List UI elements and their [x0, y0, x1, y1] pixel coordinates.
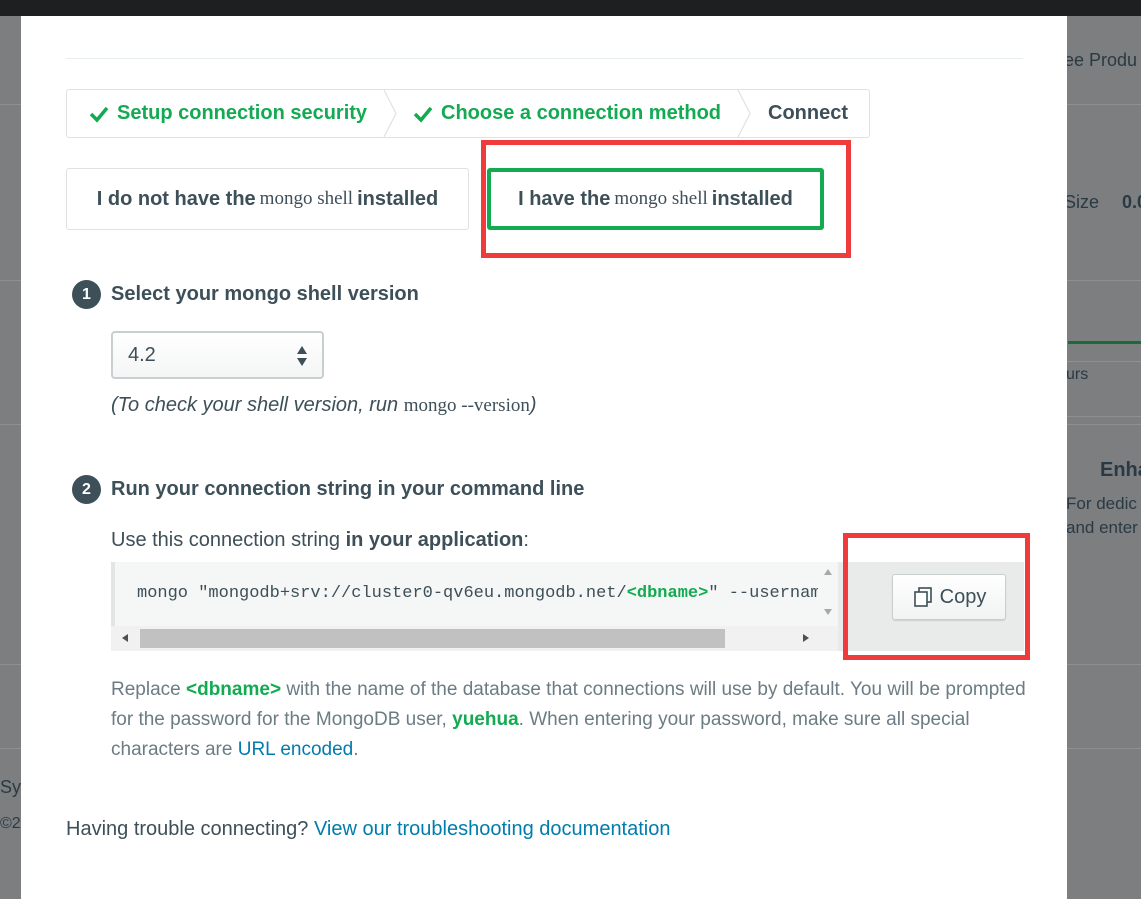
check-icon	[413, 106, 433, 123]
connect-modal: Setup connection security Choose a conne…	[21, 16, 1067, 899]
hint-text: (To check your shell version, run	[111, 394, 399, 416]
check-icon	[89, 106, 109, 123]
scroll-down-icon[interactable]	[823, 608, 833, 616]
use-connection-string-label: Use this connection string in your appli…	[111, 529, 529, 552]
shell-version-select[interactable]: 4.2	[111, 331, 324, 379]
scroll-up-icon[interactable]	[823, 568, 833, 576]
code-placeholder: <dbname>	[626, 584, 709, 603]
enhance-title: Enha	[1100, 459, 1141, 481]
size-label: Size	[1064, 192, 1100, 212]
section-title: Run your connection string in your comma…	[111, 478, 585, 500]
step-setup-security[interactable]: Setup connection security	[89, 90, 367, 137]
see-products-link: ee Produ	[1064, 50, 1138, 70]
label-text: Use this connection string	[111, 529, 341, 551]
connection-string-code[interactable]: mongo "mongodb+srv://cluster0-qv6eu.mong…	[111, 562, 818, 626]
step-connect[interactable]: Connect	[768, 90, 848, 137]
url-encoded-link[interactable]: URL encoded	[238, 739, 353, 760]
section-title: Select your mongo shell version	[111, 283, 419, 305]
code-text: " --username	[708, 584, 818, 603]
scroll-left-icon[interactable]	[121, 633, 129, 643]
scrollbar-thumb[interactable]	[140, 629, 725, 648]
troubleshooting-link[interactable]: View our troubleshooting documentation	[314, 818, 671, 840]
tab-no-mongo-shell[interactable]: I do not have the mongo shell installed	[66, 168, 469, 230]
horizontal-scrollbar[interactable]	[111, 626, 838, 651]
hours-label: urs	[1066, 366, 1089, 383]
sort-arrows-icon	[297, 346, 307, 366]
enhance-line: and enter	[1066, 518, 1138, 537]
size-value: 0.0	[1122, 192, 1141, 212]
option-code: mongo shell	[259, 188, 354, 209]
option-text: I do not have the	[96, 187, 256, 210]
hint-text: )	[529, 394, 537, 416]
option-text: installed	[357, 187, 439, 210]
vertical-scrollbar[interactable]	[818, 562, 838, 626]
step-number-badge: 1	[72, 280, 101, 309]
copy-icon	[913, 587, 932, 607]
label-bold: in your application	[345, 529, 524, 551]
copy-label: Copy	[939, 585, 987, 608]
tab-have-mongo-shell[interactable]: I have the mongo shell installed	[487, 168, 824, 230]
step-connection-method[interactable]: Choose a connection method	[413, 90, 721, 137]
tab-underline	[1068, 341, 1141, 344]
code-text: mongo "mongodb+srv://cluster0-qv6eu.mong…	[137, 584, 627, 603]
trouble-text: Having trouble connecting?	[66, 818, 309, 840]
step-number-badge: 2	[72, 475, 101, 504]
step-breadcrumb: Setup connection security Choose a conne…	[66, 89, 870, 138]
footer-copyright: ©2	[0, 815, 21, 832]
copy-button[interactable]: Copy	[892, 574, 1006, 620]
scroll-right-icon[interactable]	[802, 633, 810, 643]
replace-instructions: Replace <dbname> with the name of the da…	[111, 675, 1041, 765]
option-text: I have the	[518, 187, 611, 210]
placeholder-tag: <dbname>	[186, 679, 282, 700]
hint-command: mongo --version	[403, 395, 530, 416]
step-label: Setup connection security	[117, 102, 368, 124]
option-text: installed	[711, 187, 793, 210]
chevron-right-icon	[383, 90, 397, 137]
enhance-line: For dedic	[1066, 494, 1137, 513]
step-label: Choose a connection method	[441, 102, 722, 124]
username: yuehua	[452, 709, 519, 730]
select-value: 4.2	[128, 343, 156, 366]
instruction-text: .	[353, 739, 359, 760]
option-code: mongo shell	[614, 188, 708, 209]
modal-divider	[66, 58, 1023, 59]
step-label: Connect	[768, 102, 848, 124]
instruction-text: Replace	[111, 679, 181, 700]
label-text: :	[523, 529, 529, 551]
chevron-right-icon	[737, 90, 751, 137]
troubleshooting-line: Having trouble connecting? View our trou…	[66, 818, 671, 841]
footer-text: Sy	[0, 777, 22, 797]
version-hint: (To check your shell version, run mongo …	[111, 394, 537, 417]
connection-string-box: mongo "mongodb+srv://cluster0-qv6eu.mong…	[111, 562, 1024, 651]
